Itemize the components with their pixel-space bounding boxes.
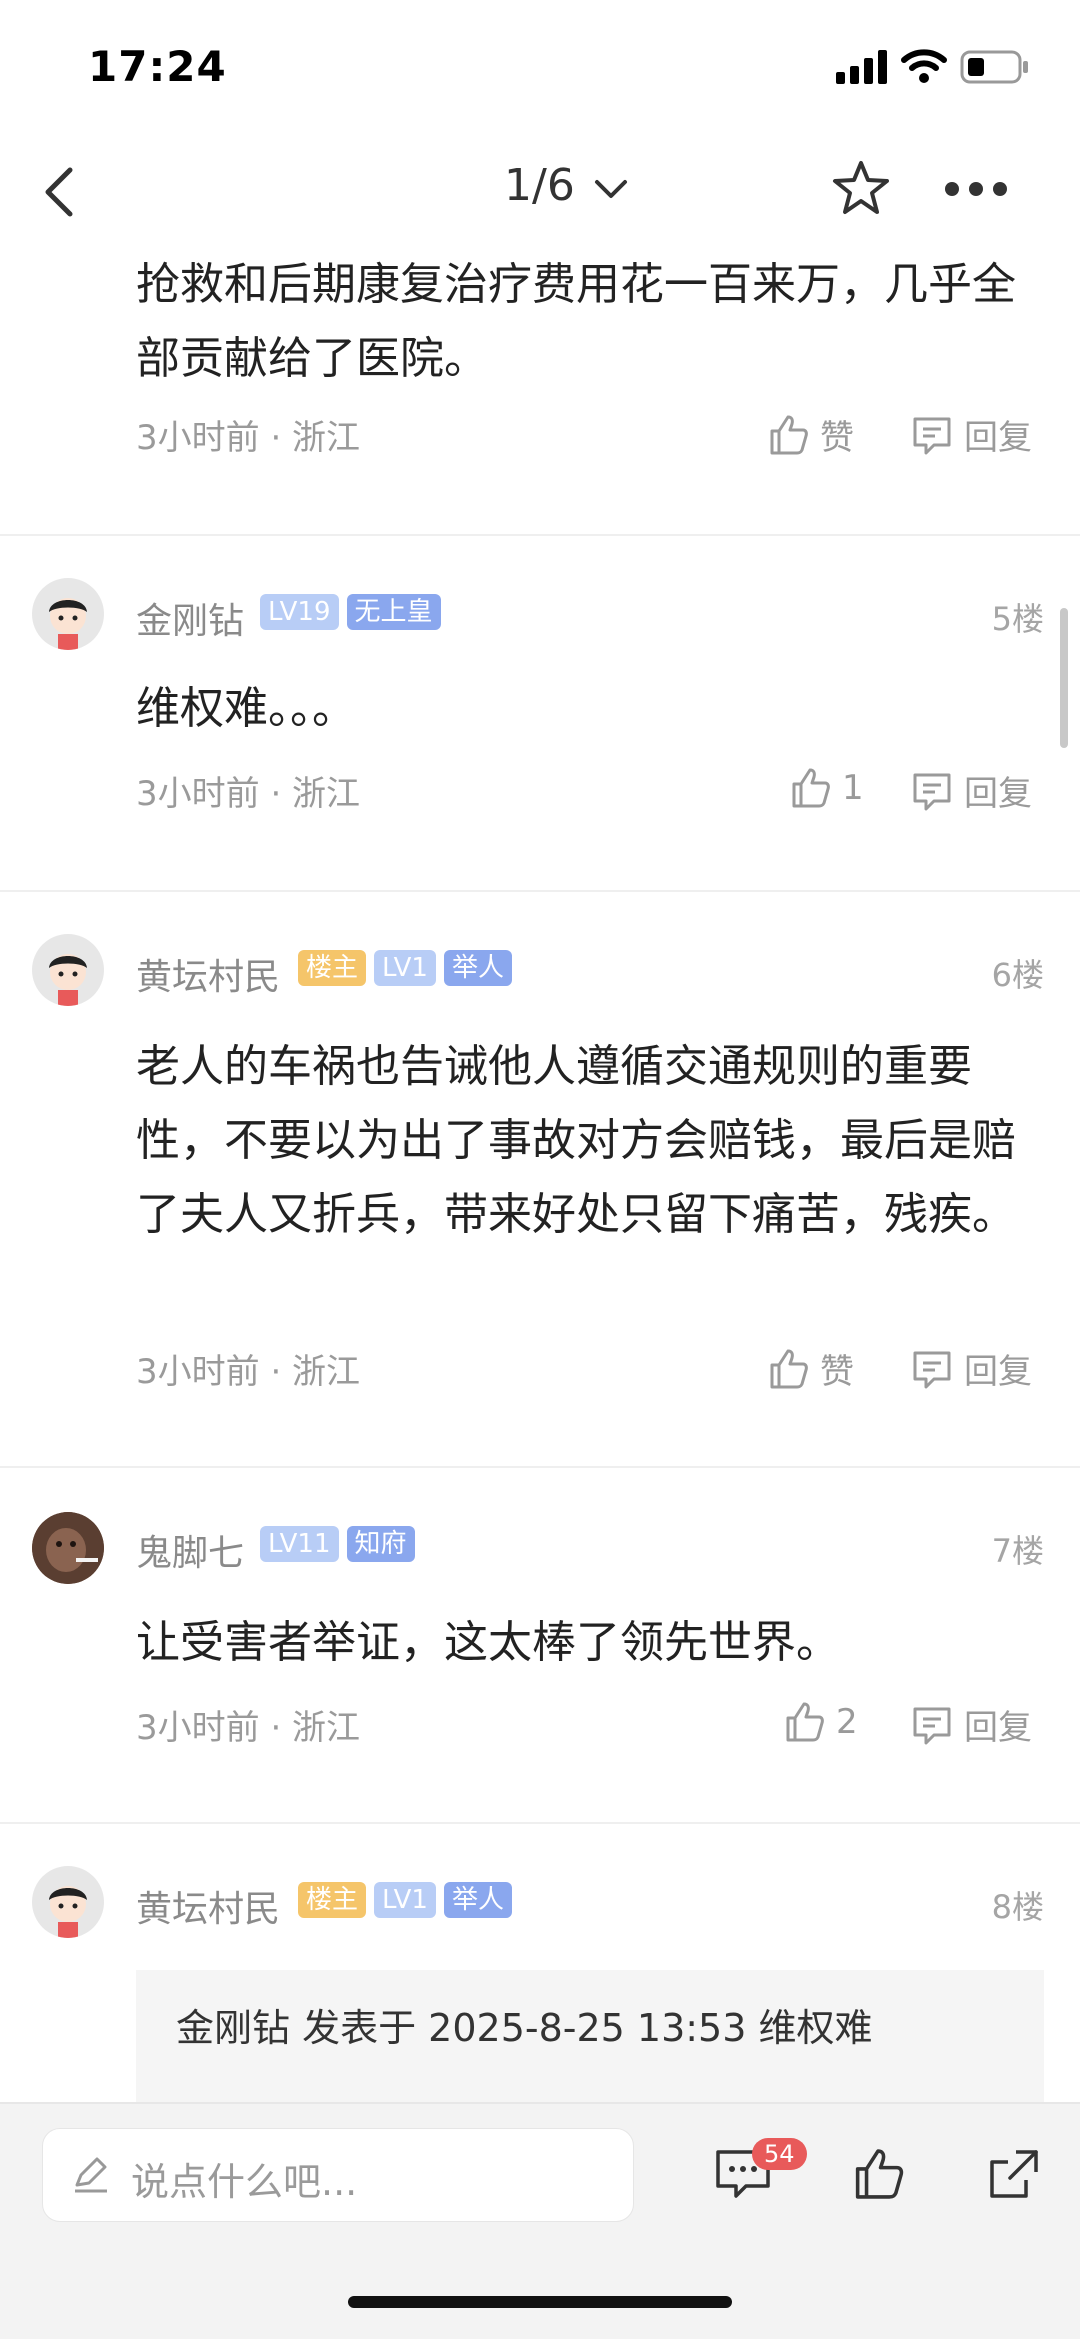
username[interactable]: 鬼脚七 [136, 1524, 244, 1576]
home-indicator[interactable] [348, 2296, 732, 2308]
comment-icon [913, 1707, 951, 1744]
divider [0, 890, 1080, 892]
divider [0, 534, 1080, 536]
comment-meta: 3小时前 · 浙江 [136, 1352, 361, 1392]
comment-meta: 3小时前 · 浙江 [136, 1708, 361, 1748]
comment-icon [913, 773, 951, 810]
reply-button[interactable]: 回复 [910, 1344, 1032, 1393]
thumbs-up-icon [770, 415, 808, 454]
comment-meta: 3小时前 · 浙江 [136, 418, 361, 458]
comment-text: 抢救和后期康复治疗费用花一百来万，几乎全部贡献给了医院。 [136, 259, 1016, 384]
comment-count-badge: 54 [752, 2138, 807, 2170]
divider [0, 1466, 1080, 1468]
reply-label: 回复 [964, 774, 1032, 814]
title-badge: 无上皇 [346, 594, 441, 630]
chevron-left-icon[interactable] [36, 164, 84, 220]
comment-icon [913, 417, 951, 454]
like-button[interactable]: 赞 [766, 410, 854, 459]
floor-number: 6楼 [991, 956, 1044, 994]
like-label: 赞 [820, 1352, 854, 1392]
owner-badge: 楼主 [298, 950, 367, 986]
comment-text: 让受害者举证，这太棒了领先世界。 [136, 1617, 840, 1668]
pencil-icon [75, 2157, 107, 2193]
page-indicator[interactable]: 1/6 [504, 160, 575, 211]
like-button[interactable]: 1 [788, 766, 864, 810]
user-badges: 楼主 LV1 举人 [298, 1882, 512, 1918]
like-label: 赞 [820, 418, 854, 458]
divider [0, 1822, 1080, 1824]
username[interactable]: 金刚钻 [136, 592, 244, 644]
wifi-icon [901, 49, 947, 83]
reply-label: 回复 [964, 1352, 1032, 1392]
thumbs-up-icon [770, 1349, 808, 1388]
status-bar: 17:24 [0, 0, 1080, 140]
username[interactable]: 黄坛村民 [136, 948, 280, 1000]
scrollbar[interactable] [1060, 608, 1068, 748]
comment-text: 维权难。。。 [136, 683, 356, 734]
comment-list: 抢救和后期康复治疗费用花一百来万，几乎全部贡献给了医院。 3小时前 · 浙江 赞… [0, 240, 1080, 2102]
title-badge: 举人 [443, 950, 512, 986]
title-badge: 举人 [443, 1882, 512, 1918]
ellipsis-icon[interactable] [944, 180, 1008, 198]
avatar[interactable] [32, 578, 104, 650]
reply-label: 回复 [964, 418, 1032, 458]
like-count: 2 [836, 1702, 858, 1742]
thumbs-up-icon [792, 768, 830, 808]
user-badges: 楼主 LV1 举人 [298, 950, 512, 986]
thumbs-up-icon [786, 1702, 824, 1742]
avatar[interactable] [32, 934, 104, 1006]
level-badge: LV1 [374, 950, 436, 986]
user-badges: LV11 知府 [260, 1526, 415, 1562]
battery-icon [960, 50, 1028, 84]
comment-meta: 3小时前 · 浙江 [136, 774, 361, 814]
reply-label: 回复 [964, 1708, 1032, 1748]
owner-badge: 楼主 [298, 1882, 367, 1918]
reply-button[interactable]: 回复 [910, 766, 1032, 815]
nav-bar: 1/6 [0, 140, 1080, 240]
floor-number: 8楼 [991, 1888, 1044, 1926]
chevron-down-icon[interactable] [594, 178, 628, 200]
quoted-comment[interactable]: 金刚钻 发表于 2025-8-25 13:53 维权难 [136, 1970, 1044, 2102]
comment-input[interactable]: 说点什么吧... [42, 2128, 634, 2222]
status-time: 17:24 [88, 42, 227, 91]
star-icon[interactable] [830, 158, 892, 220]
title-badge: 知府 [346, 1526, 415, 1562]
avatar[interactable] [32, 1866, 104, 1938]
floor-number: 5楼 [991, 600, 1044, 638]
username[interactable]: 黄坛村民 [136, 1880, 280, 1932]
input-placeholder: 说点什么吧... [131, 2160, 358, 2204]
reply-button[interactable]: 回复 [910, 1700, 1032, 1749]
like-count: 1 [842, 768, 864, 808]
level-badge: LV11 [260, 1526, 339, 1562]
like-button[interactable]: 赞 [766, 1344, 854, 1393]
reply-button[interactable]: 回复 [910, 410, 1032, 459]
user-badges: LV19 无上皇 [260, 594, 441, 630]
comment-text: 老人的车祸也告诫他人遵循交通规则的重要性，不要以为出了事故对方会赔钱，最后是赔了… [136, 1041, 1016, 1240]
thumbs-up-icon[interactable] [850, 2146, 906, 2202]
floor-number: 7楼 [991, 1532, 1044, 1570]
level-badge: LV1 [374, 1882, 436, 1918]
share-icon[interactable] [986, 2146, 1042, 2202]
level-badge: LV19 [260, 594, 339, 630]
like-button[interactable]: 2 [782, 1700, 858, 1744]
quote-text: 金刚钻 发表于 2025-8-25 13:53 维权难 [176, 2006, 873, 2050]
signal-icon [836, 50, 887, 84]
avatar[interactable] [32, 1512, 104, 1584]
comment-icon [913, 1351, 951, 1388]
